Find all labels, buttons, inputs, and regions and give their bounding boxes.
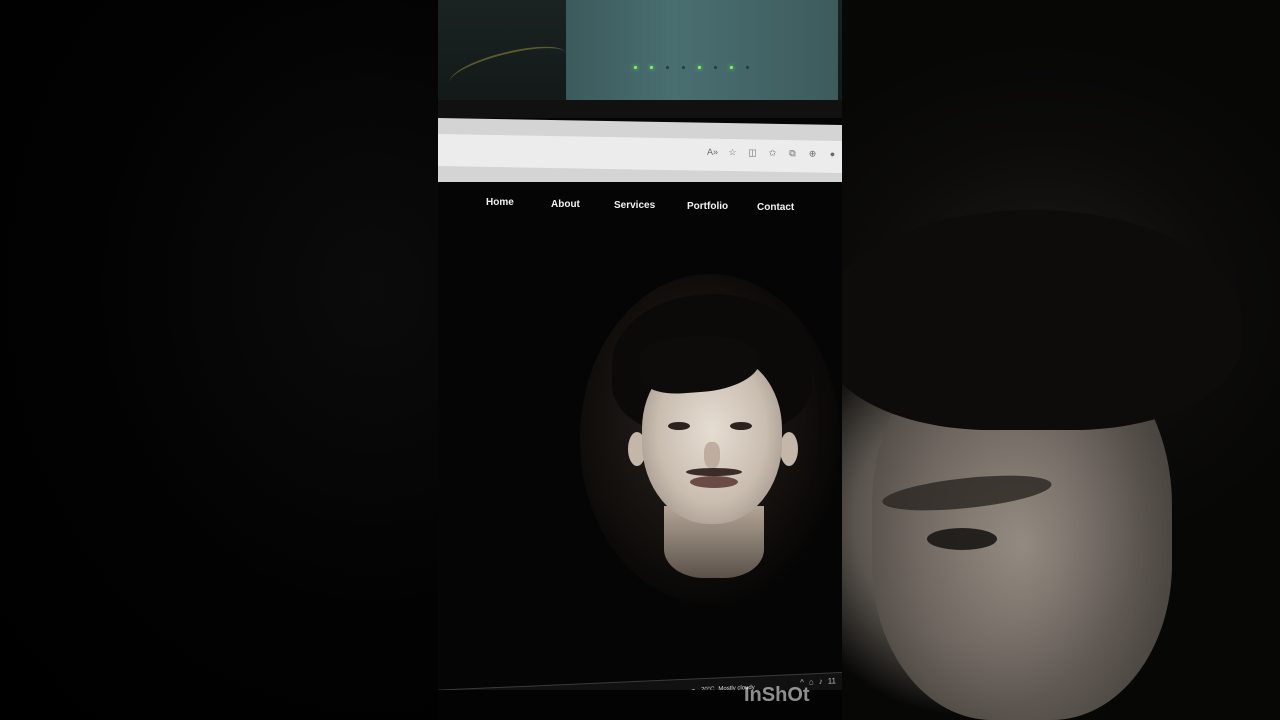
router-led — [650, 66, 653, 69]
nav-portfolio[interactable]: Portfolio — [687, 201, 728, 212]
split-screen-icon[interactable]: ◫ — [747, 147, 758, 158]
photo-eye — [668, 422, 690, 430]
nav-home[interactable]: Home — [486, 197, 514, 208]
router-led — [698, 66, 701, 69]
inshot-watermark: InShOt — [744, 684, 810, 706]
blurred-hair — [842, 210, 1242, 430]
router-led — [730, 66, 733, 69]
blurred-background-left — [0, 0, 438, 720]
blurred-background-right — [842, 0, 1280, 720]
router-led — [714, 66, 717, 69]
blurred-eye — [927, 528, 997, 550]
clock[interactable]: 11 — [828, 676, 836, 685]
nav-services[interactable]: Services — [614, 200, 655, 211]
address-bar[interactable]: A» ☆ ◫ ✩ ⧉ ⊕ ● — [438, 134, 842, 174]
router-device — [566, 0, 838, 104]
webpage: Home About Services Portfolio Contact — [438, 182, 842, 692]
video-frame: A» ☆ ◫ ✩ ⧉ ⊕ ● Home About Services Portf… — [438, 0, 842, 720]
photo-nose — [704, 442, 720, 468]
photo-mouth — [690, 476, 738, 488]
main-nav: Home About Services Portfolio Contact — [438, 182, 842, 222]
favorites-icon[interactable]: ✩ — [767, 148, 778, 159]
read-aloud-icon[interactable]: A» — [707, 147, 718, 158]
router-led — [634, 66, 637, 69]
collections-icon[interactable]: ⧉ — [787, 148, 798, 159]
photo-mustache — [686, 468, 742, 476]
extensions-icon[interactable]: ⊕ — [807, 148, 818, 159]
profile-photo — [580, 274, 840, 604]
favorite-star-icon[interactable]: ☆ — [727, 147, 738, 158]
router-led — [666, 66, 669, 69]
volume-icon[interactable]: ♪ — [819, 677, 823, 686]
router-led — [682, 66, 685, 69]
nav-contact[interactable]: Contact — [757, 202, 794, 213]
cable — [445, 37, 571, 99]
browser-toolbar: A» ☆ ◫ ✩ ⧉ ⊕ ● — [707, 147, 838, 160]
router-led — [746, 66, 749, 69]
nav-about[interactable]: About — [551, 199, 580, 210]
photo-ear — [780, 432, 798, 466]
profile-icon[interactable]: ● — [827, 149, 838, 160]
photo-eye — [730, 422, 752, 430]
monitor-bezel — [438, 100, 842, 118]
